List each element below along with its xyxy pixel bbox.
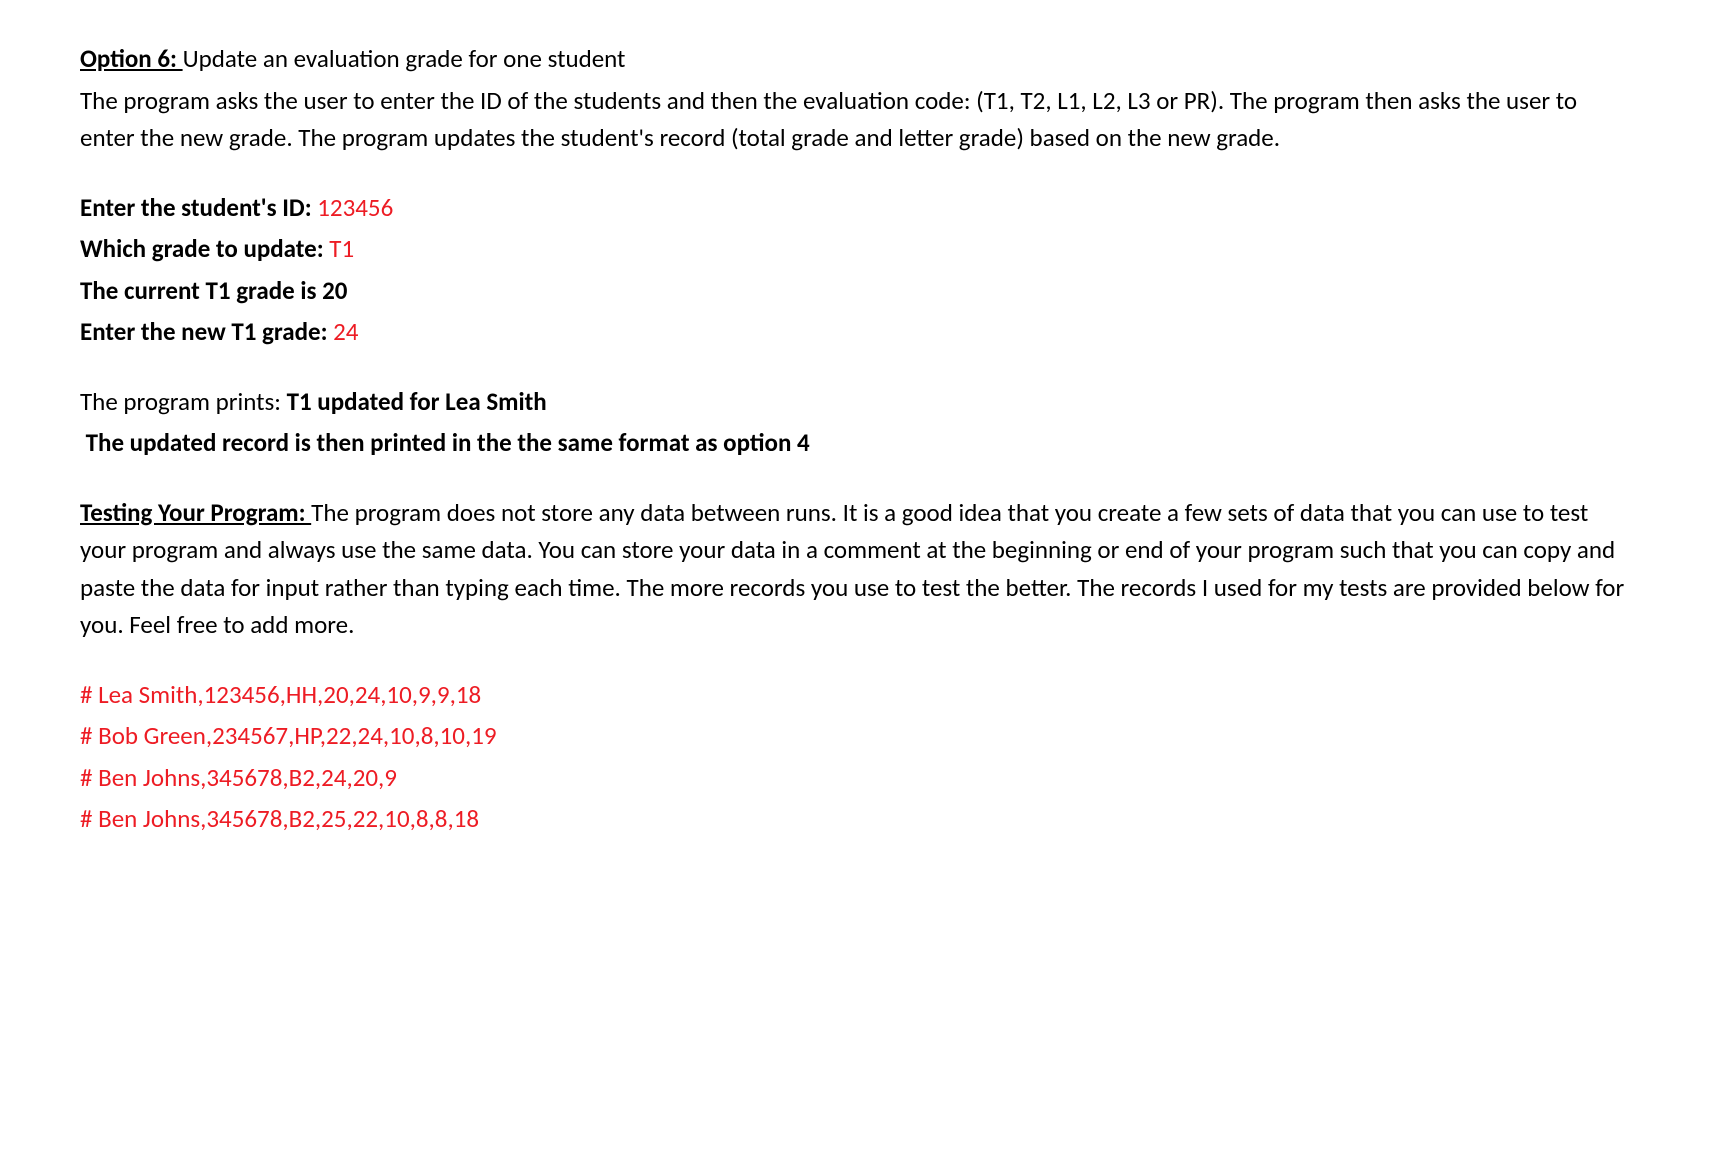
prompt-id-value: 123456 [317, 192, 393, 223]
prompt-which-label: Which grade to update: [80, 233, 329, 264]
prompt-which-value: T1 [329, 233, 354, 264]
test-data-line-2: # Bob Green,234567,HP,22,24,10,8,10,19 [80, 717, 1633, 755]
prompt-new-value: 24 [333, 316, 358, 347]
testing-description: The program does not store any data betw… [80, 497, 1624, 641]
prompt-which: Which grade to update: T1 [80, 230, 1633, 268]
result-line: The program prints: T1 updated for Lea S… [80, 383, 1633, 421]
result-prefix: The program prints: [80, 386, 287, 417]
prompt-new-label: Enter the new T1 grade: [80, 316, 333, 347]
prompt-id-label: Enter the student's ID: [80, 192, 317, 223]
result-message: T1 updated for Lea Smith [287, 386, 547, 417]
prompt-id: Enter the student's ID: 123456 [80, 189, 1633, 227]
testing-heading: Testing Your Program: The program does n… [80, 494, 1633, 644]
testing-label: Testing Your Program: [80, 497, 311, 528]
test-data-line-3: # Ben Johns,345678,B2,24,20,9 [80, 759, 1633, 797]
option6-label: Option 6: [80, 43, 183, 74]
test-data-line-4: # Ben Johns,345678,B2,25,22,10,8,8,18 [80, 800, 1633, 838]
prompt-new: Enter the new T1 grade: 24 [80, 313, 1633, 351]
option6-title: Update an evaluation grade for one stude… [183, 43, 626, 74]
result-note: The updated record is then printed in th… [80, 424, 1633, 462]
prompt-current: The current T1 grade is 20 [80, 272, 1633, 310]
option6-description: The program asks the user to enter the I… [80, 82, 1633, 157]
option6-heading: Option 6: Update an evaluation grade for… [80, 40, 1633, 78]
test-data-line-1: # Lea Smith,123456,HH,20,24,10,9,9,18 [80, 676, 1633, 714]
